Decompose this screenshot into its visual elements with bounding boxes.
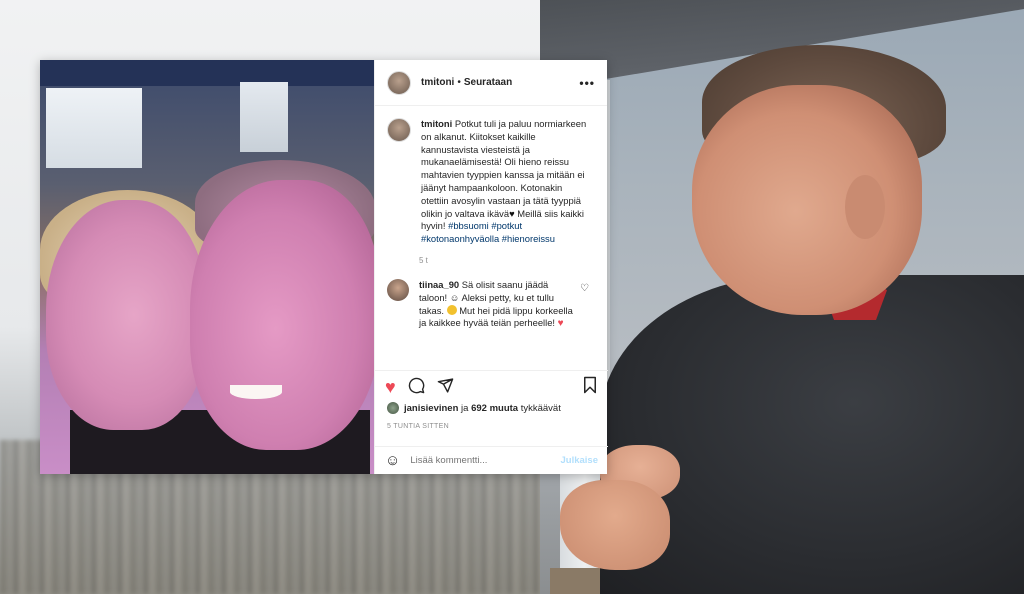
action-bar: ♥ xyxy=(375,370,608,402)
liker-avatar[interactable] xyxy=(387,402,399,414)
hashtag-link[interactable]: #hienoreissu xyxy=(502,233,555,244)
following-button[interactable]: Seurataan xyxy=(464,77,512,88)
man-ear xyxy=(845,175,885,239)
caption-text: tmitoni Potkut tuli ja paluu normiarkeen… xyxy=(421,118,591,246)
photo-smile xyxy=(230,385,282,399)
likes-count[interactable]: 692 muuta xyxy=(471,403,518,414)
emoji-icon[interactable]: ☺ xyxy=(385,452,400,469)
comment-item: tiinaa_90 Sä olisit saanu jäädä taloon! … xyxy=(375,265,607,331)
comment-username[interactable]: tiinaa_90 xyxy=(419,279,459,290)
photo-man-face xyxy=(190,180,374,450)
heart-filled-icon[interactable]: ♥ xyxy=(385,378,396,396)
avatar[interactable] xyxy=(387,70,411,95)
man-face xyxy=(692,85,922,315)
man-hand xyxy=(560,480,670,570)
post-photo[interactable] xyxy=(40,60,374,474)
post-caption: tmitoni Potkut tuli ja paluu normiarkeen… xyxy=(375,106,607,246)
likes-summary: janisievinen ja 692 muuta tykkäävät xyxy=(387,402,561,414)
hashtag-link[interactable]: #bbsuomi xyxy=(448,220,489,231)
more-options-icon[interactable]: ••• xyxy=(579,76,595,90)
hashtag-link[interactable]: #potkut xyxy=(491,220,522,231)
hashtag-link[interactable]: #kotonaonhyväolla xyxy=(421,233,499,244)
comment-input[interactable] xyxy=(410,455,541,466)
photo-woman-face xyxy=(46,200,206,430)
photo-window xyxy=(46,88,142,168)
likes-suffix: tykkäävät xyxy=(520,402,561,414)
post-sidebar: tmitoni • Seurataan ••• tmitoni Potkut t… xyxy=(374,60,608,474)
comment-icon[interactable] xyxy=(408,377,425,397)
caption-body: Potkut tuli ja paluu normiarkeen on alka… xyxy=(421,118,587,219)
likes-joiner: ja xyxy=(461,402,469,414)
heart-outline-icon[interactable]: ♡ xyxy=(580,283,589,294)
black-heart-emoji: ♥ xyxy=(509,207,515,219)
post-header: tmitoni • Seurataan ••• xyxy=(375,60,607,106)
photo-ceiling xyxy=(40,60,374,86)
caption-time[interactable]: 5 t xyxy=(419,256,607,265)
comment-avatar[interactable] xyxy=(387,278,409,301)
bookmark-icon[interactable] xyxy=(582,376,598,397)
share-icon[interactable] xyxy=(437,377,454,397)
instagram-post-card: tmitoni • Seurataan ••• tmitoni Potkut t… xyxy=(40,60,608,474)
photo-window xyxy=(240,82,288,152)
header-username[interactable]: tmitoni xyxy=(421,77,454,88)
header-separator: • xyxy=(457,77,461,88)
caption-username[interactable]: tmitoni xyxy=(421,118,452,129)
post-timestamp[interactable]: 5 TUNTIA SITTEN xyxy=(387,423,449,430)
add-comment-bar: ☺ Julkaise xyxy=(375,446,608,474)
liker-username[interactable]: janisievinen xyxy=(404,403,458,414)
comment-text: tiinaa_90 Sä olisit saanu jäädä taloon! … xyxy=(419,279,577,331)
grin-emoji xyxy=(446,304,457,315)
post-comment-button[interactable]: Julkaise xyxy=(561,455,599,466)
caption-avatar[interactable] xyxy=(387,118,411,142)
red-heart-emoji: ♥ xyxy=(557,318,564,330)
smile-emoji: ☺ xyxy=(449,291,460,303)
